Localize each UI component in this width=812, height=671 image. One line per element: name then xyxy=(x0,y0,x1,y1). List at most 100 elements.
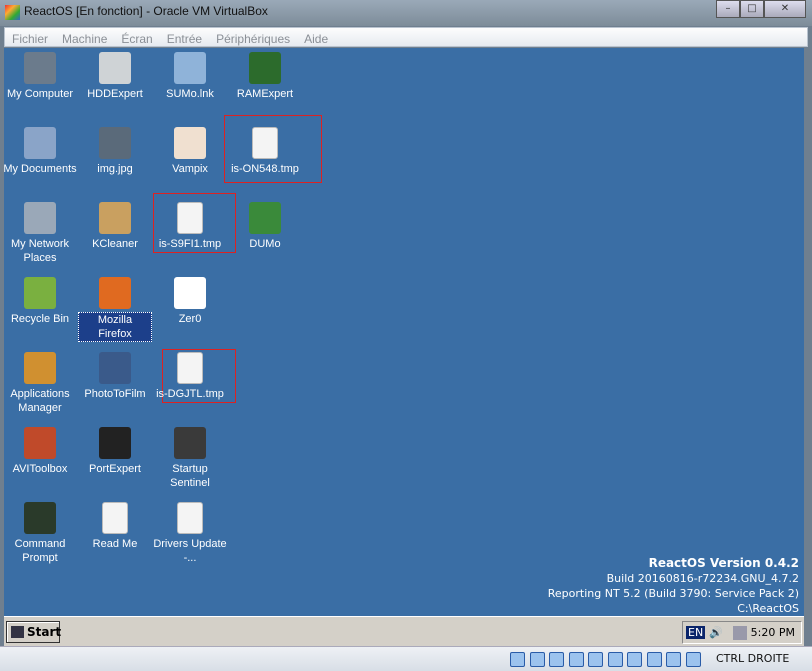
window-titlebar: ReactOS [En fonction] - Oracle VM Virtua… xyxy=(0,0,812,26)
start-button[interactable]: Start xyxy=(6,621,61,643)
desktop-icon-label: Zer0 xyxy=(178,313,202,325)
desktop-icon-label: is-DGJTL.tmp xyxy=(156,388,224,400)
menu-1[interactable]: Machine xyxy=(55,30,114,48)
shortcut-icon xyxy=(99,277,131,309)
shortcut-icon xyxy=(174,427,206,459)
desktop-icon-label: Read Me xyxy=(92,538,138,550)
desktop-icon[interactable]: Command Prompt xyxy=(3,502,77,565)
desktop-icon[interactable]: Vampix xyxy=(153,127,227,176)
desktop-icon-label: SUMo.lnk xyxy=(166,88,214,100)
shortcut-icon xyxy=(249,202,281,234)
network-icon[interactable] xyxy=(549,652,564,667)
video-capture-icon[interactable] xyxy=(627,652,642,667)
taskbar: Start EN 🔊 5:20 PM xyxy=(4,616,804,646)
shortcut-icon xyxy=(24,127,56,159)
menu-5[interactable]: Aide xyxy=(297,30,335,48)
maximize-button[interactable]: □ xyxy=(740,0,764,18)
shortcut-icon xyxy=(174,52,206,84)
version-info: ReactOS Version 0.4.2 Build 20160816-r72… xyxy=(548,556,799,616)
version-title: ReactOS Version 0.4.2 xyxy=(648,556,799,570)
menubar: Fichier Machine Écran Entrée Périphériques Ai… xyxy=(4,27,808,47)
host-key-label: CTRL DROITE xyxy=(716,652,790,665)
menu-2[interactable]: Écran xyxy=(114,30,159,48)
desktop-icon[interactable]: Read Me xyxy=(78,502,152,551)
desktop-icon[interactable]: HDDExpert xyxy=(78,52,152,101)
desktop-icon-label: My Network Places xyxy=(10,238,70,264)
desktop-icon-label: Vampix xyxy=(172,163,208,175)
file-icon xyxy=(177,352,203,384)
file-icon xyxy=(252,127,278,159)
desktop-icon-label: Mozilla Firefox xyxy=(78,312,152,342)
shortcut-icon xyxy=(99,352,131,384)
version-path: C:\ReactOS xyxy=(737,602,799,615)
desktop-icon[interactable]: My Network Places xyxy=(3,202,77,265)
desktop-icon-label: Applications Manager xyxy=(10,388,70,414)
desktop-icon-label: PhotoToFilm xyxy=(84,388,146,400)
window-title: ReactOS [En fonction] - Oracle VM Virtua… xyxy=(24,4,268,18)
shortcut-icon xyxy=(99,52,131,84)
shortcut-icon xyxy=(174,127,206,159)
desktop-icon[interactable]: RAMExpert xyxy=(228,52,302,101)
language-indicator[interactable]: EN xyxy=(686,626,706,639)
shortcut-icon xyxy=(99,202,131,234)
desktop-icon[interactable]: Zer0 xyxy=(153,277,227,326)
hdd-icon[interactable] xyxy=(510,652,525,667)
shortcut-icon xyxy=(24,277,56,309)
menu-3[interactable]: Entrée xyxy=(160,30,209,48)
desktop-icon-label: img.jpg xyxy=(97,163,133,175)
desktop-icon[interactable]: My Computer xyxy=(3,52,77,101)
volume-icon[interactable]: 🔊 xyxy=(709,626,723,640)
desktop-icon-label: is-ON548.tmp xyxy=(231,163,299,175)
minimize-button[interactable]: – xyxy=(716,0,740,18)
desktop-icon-label: HDDExpert xyxy=(87,88,143,100)
file-icon xyxy=(177,502,203,534)
desktop-icon-label: KCleaner xyxy=(92,238,138,250)
desktop-icon-label: is-S9FI1.tmp xyxy=(158,238,222,250)
shortcut-icon xyxy=(24,52,56,84)
desktop-icon[interactable]: Startup Sentinel xyxy=(153,427,227,490)
desktop-icon[interactable]: Drivers Update -... xyxy=(153,502,227,565)
cpu-icon[interactable] xyxy=(646,652,662,667)
clock: 5:20 PM xyxy=(750,626,795,639)
shortcut-icon xyxy=(24,427,56,459)
shortcut-icon xyxy=(174,277,206,309)
desktop-icon[interactable]: PortExpert xyxy=(78,427,152,476)
desktop-icon[interactable]: img.jpg xyxy=(78,127,152,176)
desktop-icon-label: Recycle Bin xyxy=(10,313,70,325)
network-icon[interactable] xyxy=(733,626,747,640)
desktop-icon-label: RAMExpert xyxy=(236,88,294,100)
desktop-icon[interactable]: Recycle Bin xyxy=(3,277,77,326)
desktop-icon[interactable]: AVIToolbox xyxy=(3,427,77,476)
version-reporting: Reporting NT 5.2 (Build 3790: Service Pa… xyxy=(547,587,799,600)
desktop-icon[interactable]: My Documents xyxy=(3,127,77,176)
shortcut-icon xyxy=(24,202,56,234)
desktop-icon[interactable]: is-DGJTL.tmp xyxy=(153,352,227,401)
desktop-icon[interactable]: SUMo.lnk xyxy=(153,52,227,101)
desktop: ReactOS Version 0.4.2 Build 20160816-r72… xyxy=(3,48,804,616)
desktop-icon-label: My Computer xyxy=(6,88,74,100)
usb-icon[interactable] xyxy=(568,652,584,667)
keyboard-icon[interactable] xyxy=(685,652,701,667)
desktop-icon-label: DUMo xyxy=(249,238,281,250)
desktop-icon[interactable]: is-S9FI1.tmp xyxy=(153,202,227,251)
desktop-icon-label: Startup Sentinel xyxy=(170,463,210,489)
desktop-icon[interactable]: is-ON548.tmp xyxy=(228,127,302,176)
mouse-integration-icon[interactable] xyxy=(666,652,681,667)
desktop-icon[interactable]: KCleaner xyxy=(78,202,152,251)
close-button[interactable]: ✕ xyxy=(764,0,806,18)
desktop-icon-label: AVIToolbox xyxy=(12,463,68,475)
shared-folder-icon[interactable] xyxy=(588,652,603,667)
desktop-icon-label: Drivers Update -... xyxy=(153,538,227,564)
desktop-icon[interactable]: Applications Manager xyxy=(3,352,77,415)
system-tray: EN 🔊 5:20 PM xyxy=(682,621,802,644)
display-icon[interactable] xyxy=(607,652,623,667)
desktop-icon[interactable]: DUMo xyxy=(228,202,302,251)
menu-0[interactable]: Fichier xyxy=(5,30,55,48)
vm-statusbar: CTRL DROITE xyxy=(0,646,812,671)
desktop-icon[interactable]: Mozilla Firefox xyxy=(78,277,152,342)
menu-4[interactable]: Périphériques xyxy=(209,30,297,48)
optical-icon[interactable] xyxy=(529,652,545,667)
shortcut-icon xyxy=(249,52,281,84)
desktop-icon[interactable]: PhotoToFilm xyxy=(78,352,152,401)
file-icon xyxy=(102,502,128,534)
